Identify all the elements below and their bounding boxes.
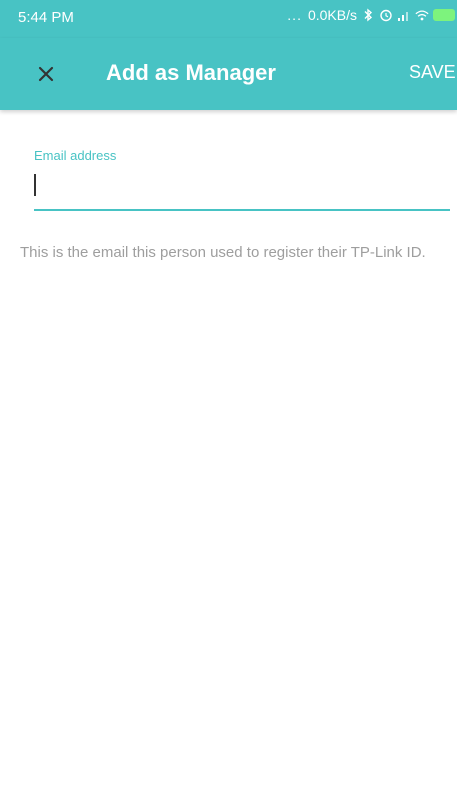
text-cursor xyxy=(34,174,36,196)
save-button[interactable]: SAVE xyxy=(409,62,456,83)
signal-icon xyxy=(397,8,411,22)
email-label: Email address xyxy=(34,148,117,163)
app-bar: Add as Manager SAVE xyxy=(0,38,457,110)
alarm-icon xyxy=(379,8,393,22)
close-button[interactable] xyxy=(30,60,62,92)
helper-text: This is the email this person used to re… xyxy=(20,244,426,261)
email-field[interactable]: Email address xyxy=(34,148,450,214)
status-dots: ... xyxy=(287,7,302,23)
email-input[interactable] xyxy=(34,168,450,206)
close-icon xyxy=(38,66,54,87)
page-title: Add as Manager xyxy=(106,60,276,85)
status-icons: ... 0.0KB/s xyxy=(287,7,455,23)
email-underline xyxy=(34,209,450,211)
bluetooth-icon xyxy=(361,8,375,22)
network-speed: 0.0KB/s xyxy=(307,7,357,23)
wifi-icon xyxy=(415,8,429,22)
status-time: 5:44 PM xyxy=(18,9,74,26)
battery-charging-icon xyxy=(433,9,455,21)
status-bar: 5:44 PM ... 0.0KB/s xyxy=(0,0,457,38)
